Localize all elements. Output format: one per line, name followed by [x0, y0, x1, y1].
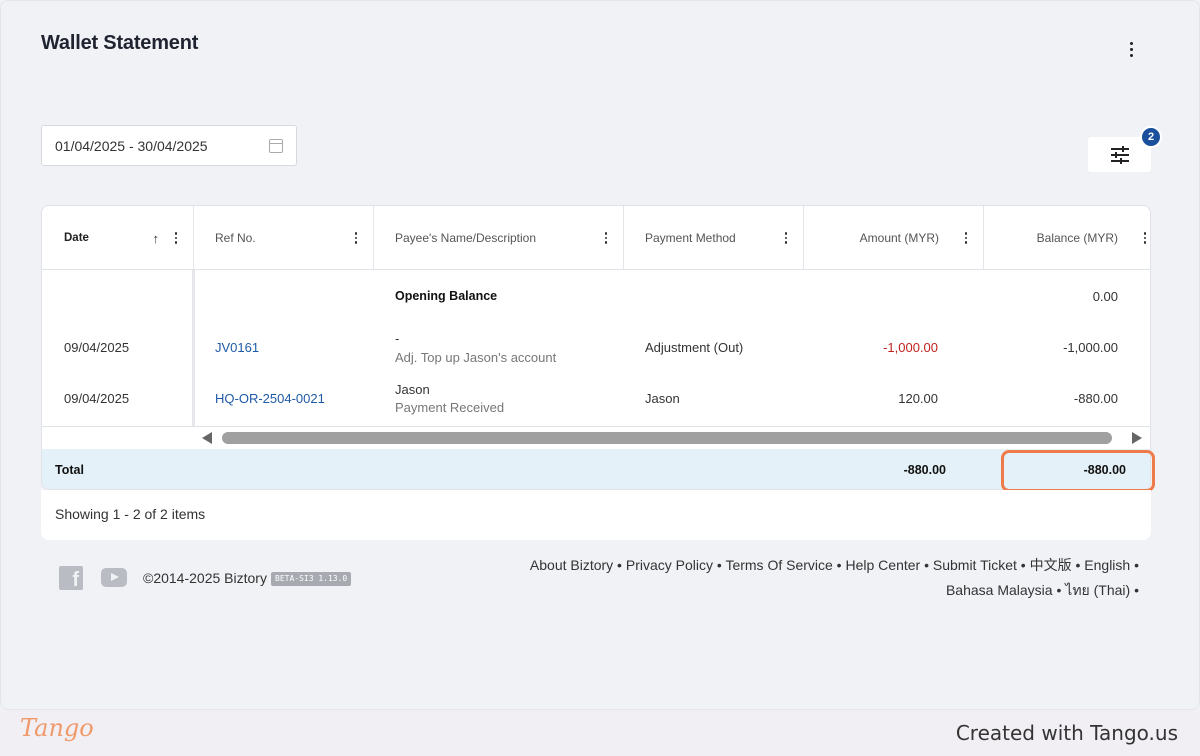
page-container: Wallet Statement 01/04/2025 - 30/04/2025…: [0, 0, 1200, 710]
frozen-column-divider: [192, 270, 195, 426]
column-menu-icon[interactable]: [779, 232, 793, 244]
row-balance: -1,000.00: [1063, 340, 1118, 355]
column-menu-icon[interactable]: [959, 232, 973, 244]
scroll-left-arrow-icon[interactable]: [202, 432, 212, 444]
tango-credit: Created with Tango.us: [955, 721, 1178, 745]
column-header-amount[interactable]: Amount (MYR): [804, 206, 984, 270]
row-balance: -880.00: [1073, 391, 1118, 406]
sliders-icon: [1110, 145, 1129, 164]
youtube-icon[interactable]: [101, 568, 127, 587]
row-date: 09/04/2025: [64, 391, 130, 406]
date-range-value: 01/04/2025 - 30/04/2025: [55, 137, 208, 154]
copyright-text: ©2014-2025 Biztory: [143, 570, 267, 586]
row-payee: -: [395, 331, 400, 346]
column-menu-icon[interactable]: [1138, 232, 1150, 244]
highlight-box: [1001, 450, 1155, 492]
row-payee: Jason: [395, 382, 430, 397]
footer-link-chinese[interactable]: 中文版: [1030, 557, 1072, 573]
column-header-payee[interactable]: Payee's Name/Description: [374, 206, 624, 270]
row-date: 09/04/2025: [64, 340, 130, 355]
pagination-summary: Showing 1 - 2 of 2 items: [55, 506, 206, 522]
horizontal-scrollbar[interactable]: [42, 426, 1150, 448]
footer-link-thai[interactable]: ไทย (Thai): [1065, 582, 1130, 598]
tango-logo: Tango: [20, 714, 94, 742]
row-payment-method: Adjustment (Out): [645, 340, 744, 355]
scrollbar-thumb[interactable]: [222, 432, 1112, 444]
column-menu-icon[interactable]: [599, 232, 613, 244]
row-amount: -1,000.00: [883, 340, 938, 355]
sort-ascending-icon[interactable]: ↑: [153, 231, 160, 246]
facebook-icon[interactable]: f: [59, 566, 83, 590]
row-ref-link[interactable]: HQ-OR-2504-0021: [215, 391, 325, 406]
opening-balance-value: 0.00: [1092, 289, 1118, 304]
total-label: Total: [55, 463, 84, 477]
footer-link-english[interactable]: English: [1084, 557, 1130, 573]
calendar-icon: [269, 138, 283, 153]
version-badge: BETA-SI3 1.13.0: [271, 572, 352, 586]
row-amount: 120.00: [898, 391, 938, 406]
column-menu-icon[interactable]: [169, 232, 183, 244]
filter-count-badge: 2: [1140, 126, 1162, 148]
footer-link-privacy[interactable]: Privacy Policy: [626, 557, 713, 573]
footer-link-ticket[interactable]: Submit Ticket: [933, 557, 1017, 573]
table-footer: Showing 1 - 2 of 2 items: [41, 490, 1151, 540]
row-description: Adj. Top up Jason's account: [395, 350, 557, 365]
row-description: Payment Received: [395, 400, 505, 415]
row-payment-method: Jason: [645, 391, 680, 406]
date-range-picker[interactable]: 01/04/2025 - 30/04/2025: [41, 125, 297, 166]
scroll-right-arrow-icon[interactable]: [1132, 432, 1142, 444]
total-amount: -880.00: [903, 463, 946, 477]
total-row: Total -880.00 -880.00: [42, 449, 1150, 489]
page-title: Wallet Statement: [41, 32, 199, 54]
row-ref-link[interactable]: JV0161: [215, 340, 259, 355]
more-options-icon[interactable]: [1121, 37, 1141, 61]
footer-link-malay[interactable]: Bahasa Malaysia: [946, 582, 1053, 598]
column-header-date[interactable]: Date ↑: [42, 206, 194, 270]
column-header-balance[interactable]: Balance (MYR): [984, 206, 1150, 270]
column-header-payment-method[interactable]: Payment Method: [624, 206, 804, 270]
opening-balance-label: Opening Balance: [395, 289, 498, 303]
footer-link-terms[interactable]: Terms Of Service: [725, 557, 832, 573]
column-menu-icon[interactable]: [349, 232, 363, 244]
table-header: Date ↑ Ref No. Payee's Name/Description …: [42, 206, 1150, 270]
column-header-ref[interactable]: Ref No.: [194, 206, 374, 270]
footer-link-about[interactable]: About Biztory: [530, 557, 613, 573]
statement-table: Date ↑ Ref No. Payee's Name/Description …: [41, 205, 1151, 490]
footer-links: About Biztory • Privacy Policy • Terms O…: [529, 557, 1139, 598]
footer-link-help[interactable]: Help Center: [845, 557, 920, 573]
